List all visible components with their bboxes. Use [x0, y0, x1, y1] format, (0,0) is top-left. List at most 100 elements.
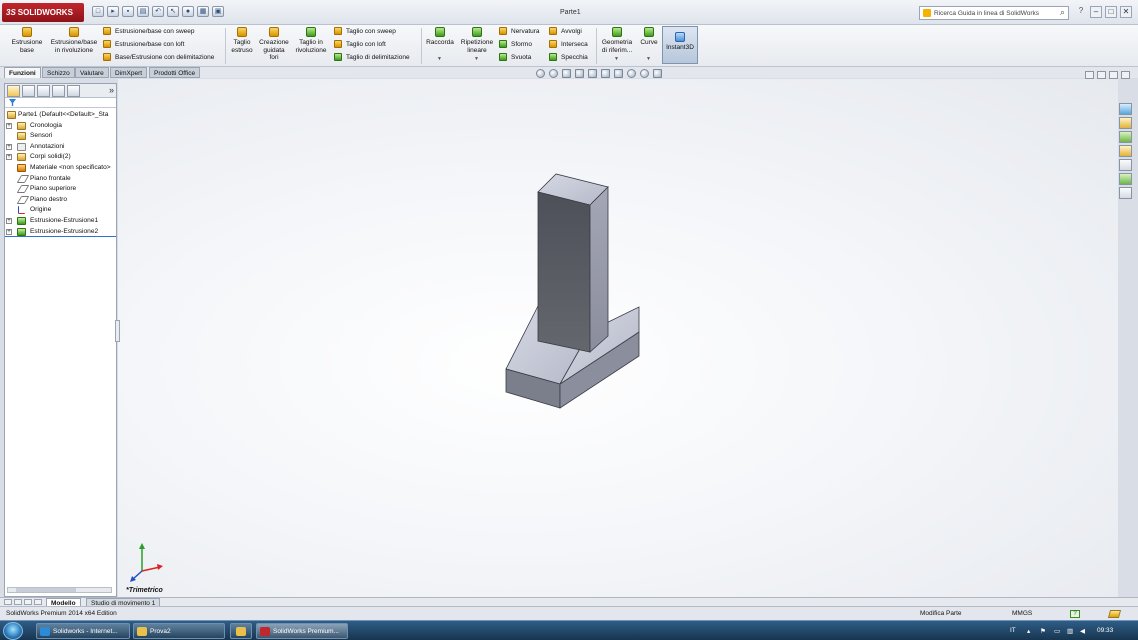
- instant3d-button[interactable]: Instant3D: [662, 26, 698, 64]
- display-style-icon[interactable]: [601, 69, 610, 78]
- language-indicator[interactable]: IT: [1010, 627, 1016, 634]
- next-tab-icon[interactable]: [24, 599, 32, 605]
- tree-item-sensori[interactable]: Sensori: [5, 131, 116, 142]
- featuremanager-tab-icon[interactable]: [7, 85, 20, 97]
- taskbar-solidworks[interactable]: SolidWorks Premium...: [256, 623, 348, 639]
- expand-icon[interactable]: +: [6, 154, 12, 161]
- geometria-riferimento-button[interactable]: Geometria di riferim...: [599, 27, 635, 54]
- tab-dimxpert[interactable]: DimXpert: [110, 67, 148, 78]
- edit-appearance-icon[interactable]: [627, 69, 636, 78]
- flag-icon[interactable]: ⚑: [1040, 627, 1046, 635]
- prev-tab-icon[interactable]: [14, 599, 22, 605]
- rebuild-icon[interactable]: ●: [182, 6, 194, 17]
- chevron-down-icon[interactable]: ▼: [474, 56, 479, 62]
- file-explorer-icon[interactable]: [1119, 131, 1132, 143]
- tab-funzioni[interactable]: Funzioni: [4, 67, 41, 78]
- expand-icon[interactable]: +: [6, 143, 12, 150]
- design-library-icon[interactable]: [1119, 117, 1132, 129]
- help-icon[interactable]: ?: [1075, 6, 1087, 18]
- tree-item-piano-superiore[interactable]: Piano superiore: [5, 184, 116, 195]
- status-units[interactable]: MMGS: [1012, 610, 1032, 617]
- specchia-button[interactable]: Specchia: [549, 53, 588, 61]
- close-view-icon[interactable]: [1121, 71, 1130, 79]
- solidworks-resources-icon[interactable]: [1119, 103, 1132, 115]
- maximize-button[interactable]: □: [1105, 6, 1117, 18]
- nervatura-button[interactable]: Nervatura: [499, 27, 540, 35]
- tree-item-piano-destro[interactable]: Piano destro: [5, 195, 116, 206]
- panel-splitter-handle[interactable]: [115, 320, 120, 342]
- section-view-icon[interactable]: [575, 69, 584, 78]
- view-palette-icon[interactable]: [1119, 145, 1132, 157]
- expand-panel-icon[interactable]: »: [109, 85, 114, 95]
- first-tab-icon[interactable]: [4, 599, 12, 605]
- tab-schizzo[interactable]: Schizzo: [42, 67, 75, 78]
- tree-root-part[interactable]: Parte1 (Default<<Default>_Sta: [5, 110, 116, 121]
- tab-valutare[interactable]: Valutare: [75, 67, 109, 78]
- dimxpertmanager-tab-icon[interactable]: [52, 85, 65, 97]
- tree-item-estrusione1[interactable]: + Estrusione-Estrusione1: [5, 216, 116, 227]
- hide-show-items-icon[interactable]: [614, 69, 623, 78]
- minimize-button[interactable]: –: [1090, 6, 1102, 18]
- zoom-to-fit-icon[interactable]: [536, 69, 545, 78]
- view-settings-icon[interactable]: [653, 69, 662, 78]
- taglio-loft-button[interactable]: Taglio con loft: [334, 40, 386, 48]
- tab-prodotti-office[interactable]: Prodotti Office: [149, 67, 201, 78]
- rebuild-status-icon[interactable]: [1107, 610, 1122, 618]
- apply-scene-icon[interactable]: [640, 69, 649, 78]
- part-model[interactable]: [118, 79, 1118, 597]
- configurationmanager-tab-icon[interactable]: [37, 85, 50, 97]
- propertymanager-tab-icon[interactable]: [22, 85, 35, 97]
- curve-button[interactable]: Curve: [638, 27, 660, 47]
- appearances-icon[interactable]: [1119, 159, 1132, 171]
- interseca-button[interactable]: Interseca: [549, 40, 588, 48]
- solidworks-menu-button[interactable]: 3S SOLIDWORKS: [2, 3, 84, 22]
- graphics-area[interactable]: *Trimetrico: [118, 79, 1118, 597]
- restore-view-icon[interactable]: [1085, 71, 1094, 79]
- tree-filter[interactable]: [5, 98, 116, 108]
- previous-view-icon[interactable]: [562, 69, 571, 78]
- chevron-down-icon[interactable]: ▼: [614, 56, 619, 62]
- help-search-input[interactable]: Ricerca Guida in linea di SolidWorks ⌕: [919, 6, 1069, 20]
- options-icon[interactable]: ▣: [212, 6, 224, 17]
- zoom-to-area-icon[interactable]: [549, 69, 558, 78]
- chevron-down-icon[interactable]: ▼: [437, 56, 442, 62]
- taskbar-prova2[interactable]: Prova2: [133, 623, 225, 639]
- estrusione-rivoluzione-button[interactable]: Estrusione/base in rivoluzione: [49, 27, 99, 54]
- volume-icon[interactable]: ◀: [1080, 627, 1085, 635]
- select-icon[interactable]: ↖: [167, 6, 179, 17]
- tree-item-annotazioni[interactable]: + Annotazioni: [5, 142, 116, 153]
- panel-horizontal-scrollbar[interactable]: [7, 587, 112, 593]
- quick-tips-icon[interactable]: ?: [1070, 610, 1080, 618]
- avvolgi-button[interactable]: Avvolgi: [549, 27, 582, 35]
- estrusione-loft-button[interactable]: Estrusione/base con loft: [103, 40, 184, 48]
- taskbar-internet-explorer[interactable]: Solidworks - Internet...: [36, 623, 130, 639]
- file-properties-icon[interactable]: ▦: [197, 6, 209, 17]
- close-button[interactable]: ✕: [1120, 6, 1132, 18]
- taglio-delimitazione-button[interactable]: Taglio di delimitazione: [334, 53, 410, 61]
- open-document-icon[interactable]: ▸: [107, 6, 119, 17]
- chevron-down-icon[interactable]: ▼: [646, 56, 651, 62]
- tree-item-materiale[interactable]: Materiale <non specificato>: [5, 163, 116, 174]
- display-icon[interactable]: ▭: [1054, 627, 1060, 635]
- raccorda-button[interactable]: Raccorda: [424, 27, 456, 47]
- custom-properties-icon[interactable]: [1119, 173, 1132, 185]
- view-orientation-icon[interactable]: [588, 69, 597, 78]
- clock[interactable]: 09:33: [1097, 627, 1113, 634]
- tree-item-origine[interactable]: Origine: [5, 205, 116, 216]
- tree-item-cronologia[interactable]: + Cronologia: [5, 121, 116, 132]
- print-icon[interactable]: ▤: [137, 6, 149, 17]
- search-icon[interactable]: ⌕: [1060, 7, 1065, 18]
- taskbar-media-player[interactable]: [230, 623, 252, 639]
- network-icon[interactable]: ▥: [1067, 627, 1073, 635]
- minimize-view-icon[interactable]: [1109, 71, 1118, 79]
- tree-item-corpi-solidi[interactable]: + Corpi solidi(2): [5, 152, 116, 163]
- estrusione-sweep-button[interactable]: Estrusione/base con sweep: [103, 27, 195, 35]
- sformo-button[interactable]: Sformo: [499, 40, 532, 48]
- start-button[interactable]: [3, 622, 23, 640]
- estrusione-delimitazione-button[interactable]: Base/Estrusione con delimitazione: [103, 53, 214, 61]
- scrollbar-thumb[interactable]: [16, 588, 76, 592]
- tree-item-estrusione2[interactable]: + Estrusione-Estrusione2: [5, 227, 116, 238]
- forum-icon[interactable]: [1119, 187, 1132, 199]
- new-document-icon[interactable]: □: [92, 6, 104, 17]
- svuota-button[interactable]: Svuota: [499, 53, 531, 61]
